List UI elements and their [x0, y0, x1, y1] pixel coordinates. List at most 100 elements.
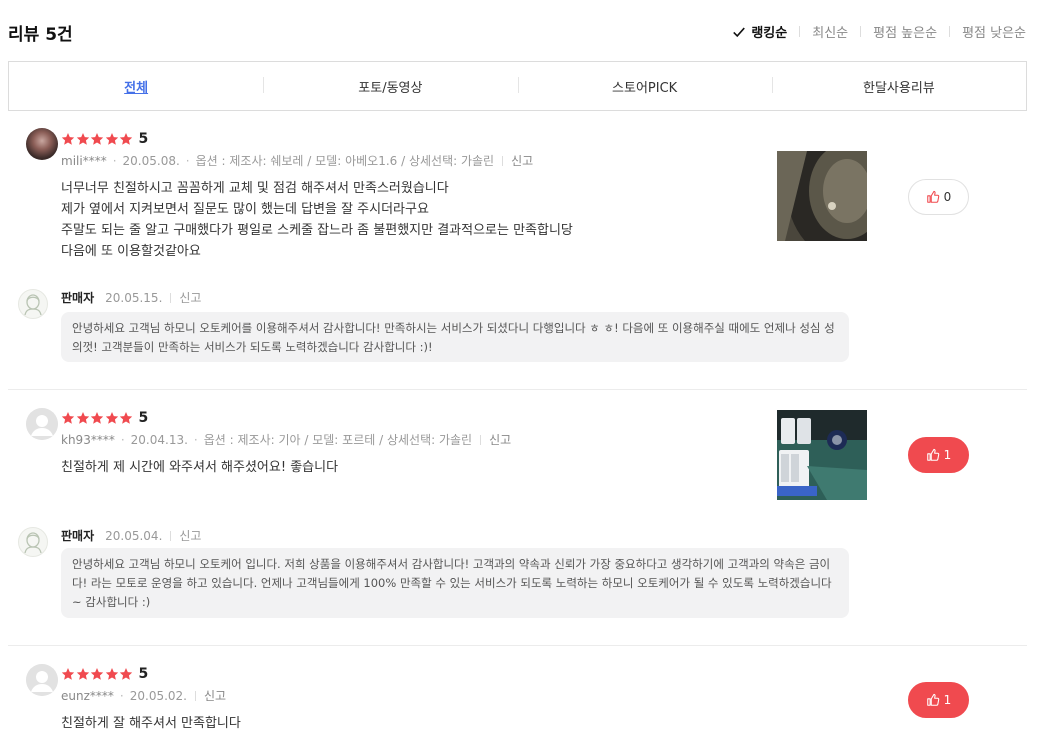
star-icon	[105, 667, 119, 681]
review-date: 20.04.13.	[130, 432, 188, 447]
review-content: 친절하게 잘 해주셔서 만족합니다	[61, 713, 241, 734]
review-tabs: 전체 포토/동영상 스토어PICK 한달사용리뷰	[8, 61, 1027, 111]
like-count: 1	[943, 448, 952, 462]
review-line: 주말도 되는 줄 알고 구매했다가 평일로 스케줄 잡느라 좀 불편했지만 결과…	[61, 223, 573, 238]
review-option: 옵션 : 제조사: 쉐보레 / 모델: 아베오1.6 / 상세선택: 가솔린	[195, 154, 495, 168]
tab-month-review[interactable]: 한달사용리뷰	[771, 76, 1026, 96]
rating-score: 5	[138, 666, 149, 682]
like-count: 0	[943, 190, 952, 204]
review-date: 20.05.02.	[129, 688, 187, 703]
like-button[interactable]: 0	[908, 179, 969, 215]
like-button[interactable]: 1	[908, 437, 969, 473]
review-line: 친절하게 제 시간에 와주셔서 해주셨어요! 좋습니다	[61, 460, 339, 475]
meta-divider	[480, 434, 482, 445]
review-user: mili****	[61, 153, 107, 168]
avatar	[26, 128, 58, 160]
meta-divider	[502, 155, 504, 166]
avatar-default-icon	[26, 664, 58, 696]
seller-icon	[19, 290, 47, 318]
reply-date: 20.05.15.	[105, 290, 163, 305]
star-icon	[119, 411, 133, 425]
meta-dot: ·	[185, 153, 190, 168]
thumbs-up-icon	[926, 190, 940, 204]
star-icon	[76, 411, 90, 425]
star-icon	[76, 667, 90, 681]
meta-dot: ·	[112, 153, 117, 168]
like-button[interactable]: 1	[908, 682, 969, 718]
sort-ranking-label: 랭킹순	[751, 26, 788, 41]
star-icon	[61, 132, 75, 146]
rating-score: 5	[138, 131, 149, 147]
review-user: kh93****	[61, 432, 115, 447]
reply-meta: 판매자 20.05.15. 신고	[61, 289, 201, 306]
like-count: 1	[943, 693, 952, 707]
star-icon	[119, 132, 133, 146]
sort-rating-low[interactable]: 평점 낮은순	[962, 22, 1026, 41]
review-photo[interactable]	[777, 151, 867, 241]
star-rating: 5	[61, 410, 148, 426]
star-icon	[90, 132, 104, 146]
star-icon	[76, 132, 90, 146]
tab-all[interactable]: 전체	[9, 77, 263, 96]
star-rating: 5	[61, 131, 148, 147]
review-user: eunz****	[61, 688, 114, 703]
rating-score: 5	[138, 410, 149, 426]
star-icon	[105, 132, 119, 146]
report-button[interactable]: 신고	[511, 152, 533, 169]
review-line: 친절하게 잘 해주셔서 만족합니다	[61, 716, 241, 731]
tab-store-pick[interactable]: 스토어PICK	[517, 76, 772, 96]
review-meta: mili**** · 20.05.08. · 옵션 : 제조사: 쉐보레 / 모…	[61, 152, 533, 169]
sort-options: 랭킹순 최신순 평점 높은순 평점 낮은순	[732, 22, 1026, 41]
review-line: 다음에 또 이용할것같아요	[61, 244, 201, 259]
review-photo[interactable]	[777, 410, 867, 500]
review-meta: eunz**** · 20.05.02. 신고	[61, 687, 226, 704]
reviews-header: 리뷰 5건 랭킹순 최신순 평점 높은순 평점 낮은순	[8, 18, 1026, 46]
review-line: 제가 옆에서 지켜보면서 질문도 많이 했는데 답변을 잘 주시더라구요	[61, 202, 429, 217]
review-option: 옵션 : 제조사: 기아 / 모델: 포르테 / 상세선택: 가솔린	[203, 433, 473, 447]
seller-reply: 안녕하세요 고객님 하모니 오토케어 입니다. 저희 상품을 이용해주셔서 감사…	[61, 548, 849, 618]
review-divider	[8, 645, 1027, 646]
review-content: 너무너무 친절하시고 꼼꼼하게 교체 및 점검 해주셔서 만족스러웠습니다 제가…	[61, 178, 573, 262]
star-icon	[61, 667, 75, 681]
seller-icon	[19, 528, 47, 556]
check-icon	[733, 27, 746, 37]
reply-date: 20.05.04.	[105, 528, 163, 543]
report-button[interactable]: 신고	[179, 527, 201, 544]
seller-avatar	[18, 527, 48, 557]
star-icon	[105, 411, 119, 425]
meta-divider	[170, 530, 172, 541]
meta-dot: ·	[119, 688, 124, 703]
report-button[interactable]: 신고	[204, 687, 226, 704]
review-divider	[8, 389, 1027, 390]
meta-divider	[195, 690, 196, 701]
thumbs-up-icon	[926, 693, 940, 707]
sort-rating-high[interactable]: 평점 높은순	[873, 22, 937, 41]
reviews-title: 리뷰 5건	[8, 25, 73, 45]
seller-reply: 안녕하세요 고객님 하모니 오토케어를 이용해주셔서 감사합니다! 만족하시는 …	[61, 312, 849, 362]
seller-avatar	[18, 289, 48, 319]
reply-meta: 판매자 20.05.04. 신고	[61, 527, 201, 544]
meta-divider	[170, 292, 172, 303]
review-content: 친절하게 제 시간에 와주셔서 해주셨어요! 좋습니다	[61, 457, 338, 478]
avatar-default-icon	[26, 408, 58, 440]
star-icon	[90, 667, 104, 681]
meta-dot: ·	[120, 432, 125, 447]
star-icon	[61, 411, 75, 425]
sort-divider	[799, 26, 801, 37]
star-icon	[90, 411, 104, 425]
sort-divider	[860, 26, 862, 37]
report-button[interactable]: 신고	[489, 431, 511, 448]
sort-divider	[949, 26, 951, 37]
seller-name: 판매자	[61, 291, 95, 305]
sort-latest[interactable]: 최신순	[812, 22, 848, 41]
thumbs-up-icon	[926, 448, 940, 462]
sort-ranking[interactable]: 랭킹순	[732, 22, 787, 41]
report-button[interactable]: 신고	[179, 289, 201, 306]
tab-photo-video[interactable]: 포토/동영상	[263, 76, 517, 96]
review-date: 20.05.08.	[122, 153, 180, 168]
meta-dot: ·	[193, 432, 198, 447]
star-rating: 5	[61, 666, 148, 682]
seller-name: 판매자	[61, 529, 95, 543]
review-meta: kh93**** · 20.04.13. · 옵션 : 제조사: 기아 / 모델…	[61, 431, 511, 448]
review-line: 너무너무 친절하시고 꼼꼼하게 교체 및 점검 해주셔서 만족스러웠습니다	[61, 181, 449, 196]
